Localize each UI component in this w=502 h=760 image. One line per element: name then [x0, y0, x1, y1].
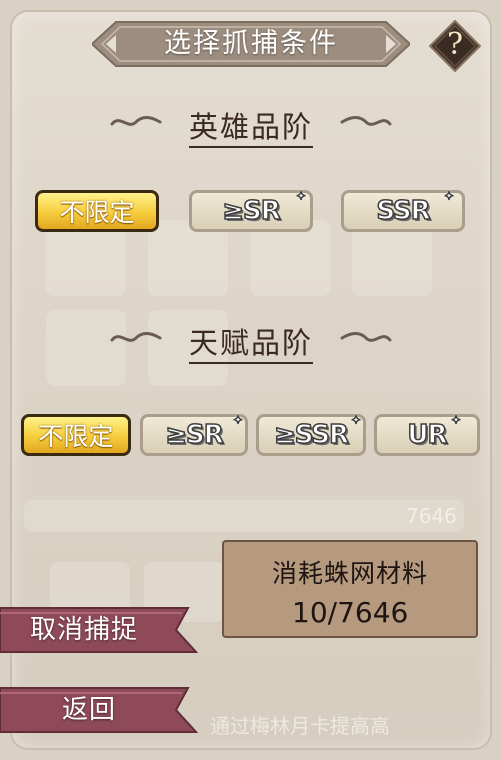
- cost-box: 消耗蛛网材料 10/7646: [222, 540, 478, 638]
- back-label: 返回: [62, 695, 117, 725]
- sparkle-icon: ✦: [350, 412, 362, 428]
- option-label: SSR: [376, 195, 432, 227]
- cancel-capture-label: 取消捕捉: [30, 615, 139, 645]
- hero-grade-option-ssr[interactable]: SSR ✦: [341, 188, 465, 232]
- title-banner: 选择抓捕条件: [92, 18, 410, 70]
- option-label: 不限定: [59, 198, 135, 227]
- question-mark-icon: ?: [446, 27, 464, 62]
- option-label: ≥SR: [221, 195, 281, 227]
- hero-grade-title: 英雄品阶: [0, 104, 502, 148]
- sparkle-icon: ✦: [232, 412, 244, 428]
- cost-label: 消耗蛛网材料: [271, 559, 428, 588]
- talent-grade-option-unlimited[interactable]: 不限定: [21, 414, 131, 456]
- talent-grade-option-ur[interactable]: UR ✦: [374, 412, 480, 456]
- sparkle-icon: ✦: [295, 188, 307, 204]
- option-label: 不限定: [38, 422, 114, 451]
- help-button[interactable]: ?: [428, 19, 482, 73]
- back-button[interactable]: 返回: [0, 686, 200, 734]
- background-count: 7646: [406, 504, 457, 528]
- sparkle-icon: ✦: [443, 188, 455, 204]
- option-label: ≥SR: [164, 419, 224, 451]
- hero-grade-title-text: 英雄品阶: [188, 110, 313, 148]
- cancel-capture-button[interactable]: 取消捕捉: [0, 606, 200, 654]
- sparkle-icon: ✦: [450, 412, 462, 428]
- talent-grade-title-text: 天赋品阶: [188, 326, 313, 364]
- talent-grade-option-sr-plus[interactable]: ≥SR ✦: [140, 412, 248, 456]
- option-label: UR: [407, 419, 449, 451]
- hero-grade-option-sr-plus[interactable]: ≥SR ✦: [189, 188, 313, 232]
- option-label: ≥SSR: [273, 419, 350, 451]
- dialog-title: 选择抓捕条件: [164, 28, 338, 59]
- talent-grade-option-ssr-plus[interactable]: ≥SSR ✦: [256, 412, 366, 456]
- hero-grade-option-unlimited[interactable]: 不限定: [35, 190, 159, 232]
- cost-value: 10/7646: [292, 596, 409, 629]
- background-bar: [24, 500, 464, 532]
- background-hint: 通过梅林月卡提高高: [210, 714, 390, 738]
- talent-grade-title: 天赋品阶: [0, 320, 502, 364]
